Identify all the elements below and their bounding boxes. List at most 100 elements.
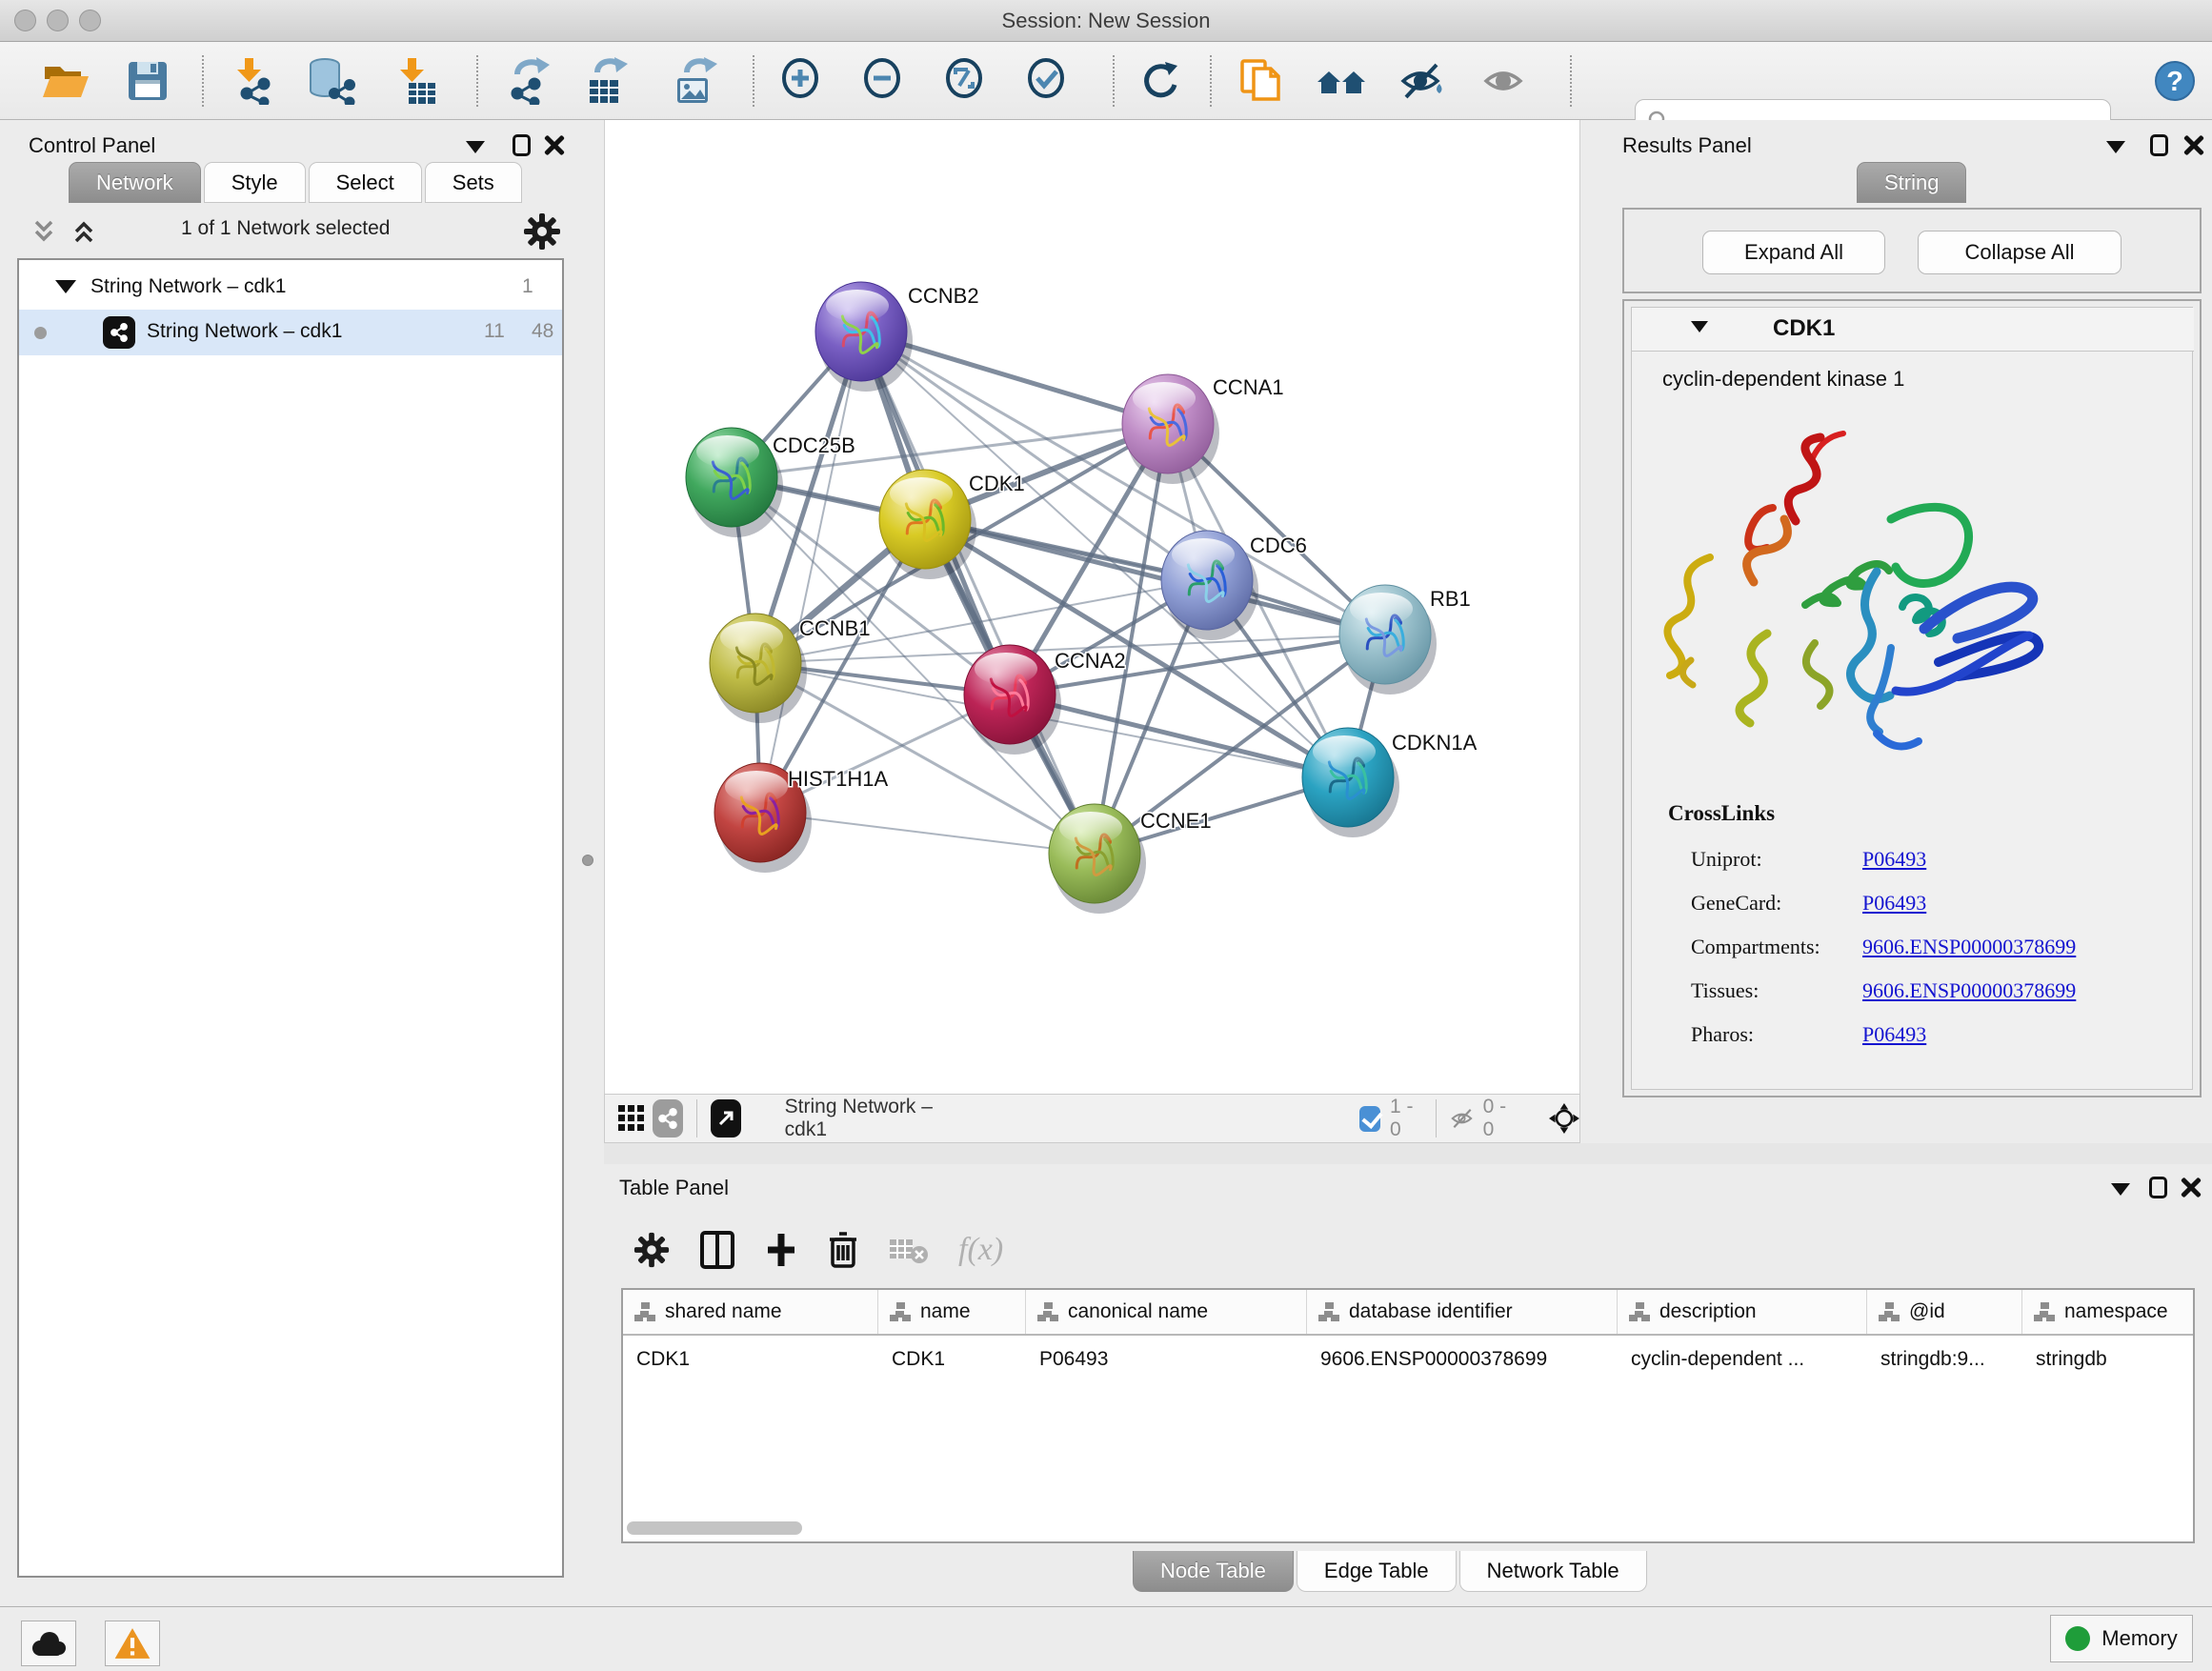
table-row[interactable]: CDK1CDK1P064939606.ENSP00000378699cyclin…	[623, 1336, 2193, 1382]
network-selection-status: 1 of 1 Network selected	[181, 217, 390, 240]
crosslink-link[interactable]: P06493	[1862, 1022, 1926, 1047]
close-panel-icon[interactable]	[2180, 1177, 2202, 1199]
memory-button[interactable]: Memory	[2050, 1615, 2193, 1662]
refresh-layout-button[interactable]	[1130, 53, 1189, 109]
hide-selected-button[interactable]	[1393, 53, 1452, 109]
network-collection-row[interactable]: String Network – cdk1 1	[19, 266, 562, 310]
network-node-ccnb2[interactable]	[815, 282, 913, 392]
node-table: shared namenamecanonical namedatabase id…	[621, 1288, 2195, 1543]
expand-all-tree-icon[interactable]	[72, 216, 109, 251]
column-header-canonical-name[interactable]: canonical name	[1026, 1290, 1307, 1334]
table-cell[interactable]: cyclin-dependent ...	[1618, 1336, 1867, 1382]
collapse-all-button[interactable]: Collapse All	[1918, 231, 2122, 274]
hierarchy-icon	[1318, 1302, 1339, 1321]
entry-expander-icon[interactable]	[1691, 321, 1708, 332]
network-node-cdk1[interactable]	[879, 470, 976, 579]
network-node-ccne1[interactable]	[1049, 804, 1146, 914]
table-tabs: Node TableEdge TableNetwork Table	[1133, 1551, 1650, 1592]
delete-column-icon[interactable]	[827, 1230, 859, 1270]
column-header-database-identifier[interactable]: database identifier	[1307, 1290, 1618, 1334]
export-image-icon	[670, 57, 719, 105]
collapse-panel-icon[interactable]	[466, 141, 485, 153]
import-network-file-button[interactable]	[221, 53, 280, 109]
tab-sets[interactable]: Sets	[425, 162, 522, 203]
save-session-button[interactable]	[118, 53, 177, 109]
gear-icon[interactable]	[522, 211, 562, 252]
expand-all-button[interactable]: Expand All	[1702, 231, 1885, 274]
float-panel-icon[interactable]	[2150, 134, 2168, 156]
network-type-button[interactable]	[653, 1099, 683, 1137]
float-panel-icon[interactable]	[2149, 1177, 2167, 1198]
import-table-file-button[interactable]	[385, 53, 444, 109]
column-header-name[interactable]: name	[878, 1290, 1026, 1334]
collapse-all-tree-icon[interactable]	[32, 216, 69, 251]
zoom-selected-button[interactable]	[1017, 53, 1076, 109]
export-image-button[interactable]	[665, 53, 724, 109]
first-neighbors-button[interactable]	[1313, 53, 1372, 109]
string-network-graph[interactable]: CCNB2CCNA1CDC25BCDK1CDC6RB1CCNB1CCNA2CDK…	[605, 120, 1579, 1092]
network-canvas[interactable]: CCNB2CCNA1CDC25BCDK1CDC6RB1CCNB1CCNA2CDK…	[604, 120, 1580, 1094]
hierarchy-icon	[1629, 1302, 1650, 1321]
column-header-description[interactable]: description	[1618, 1290, 1867, 1334]
open-in-window-button[interactable]	[711, 1099, 741, 1137]
zoom-in-button[interactable]	[772, 53, 831, 109]
network-node-ccna1[interactable]	[1122, 374, 1219, 484]
tab-network[interactable]: Network	[69, 162, 201, 203]
node-label-ccnb2: CCNB2	[908, 284, 979, 308]
cloud-button[interactable]	[21, 1621, 76, 1666]
tab-node-table[interactable]: Node Table	[1133, 1551, 1294, 1592]
zoom-out-button[interactable]	[854, 53, 913, 109]
close-panel-icon[interactable]	[2182, 134, 2205, 157]
horizontal-scrollbar[interactable]	[627, 1521, 802, 1535]
collapse-panel-icon[interactable]	[2111, 1183, 2130, 1196]
table-cell[interactable]: 9606.ENSP00000378699	[1307, 1336, 1618, 1382]
gear-icon[interactable]	[633, 1231, 671, 1269]
column-header--id[interactable]: @id	[1867, 1290, 2022, 1334]
memory-status-icon	[2065, 1626, 2090, 1651]
snapshot-button[interactable]	[1231, 53, 1290, 109]
network-node-cdc25b[interactable]	[686, 428, 783, 537]
close-panel-icon[interactable]	[543, 134, 566, 157]
tab-network-table[interactable]: Network Table	[1459, 1551, 1647, 1592]
crosslink-link[interactable]: 9606.ENSP00000378699	[1862, 935, 2076, 959]
network-node-ccna2[interactable]	[964, 645, 1061, 755]
table-cell[interactable]: P06493	[1026, 1336, 1307, 1382]
tree-expander-icon[interactable]	[55, 280, 76, 293]
add-column-icon[interactable]	[764, 1230, 798, 1270]
tab-style[interactable]: Style	[204, 162, 306, 203]
zoom-fit-button[interactable]	[935, 53, 995, 109]
help-button[interactable]: ?	[2145, 53, 2204, 109]
crosslink-link[interactable]: 9606.ENSP00000378699	[1862, 978, 2076, 1003]
import-network-database-button[interactable]	[303, 53, 362, 109]
column-header-shared-name[interactable]: shared name	[623, 1290, 878, 1334]
export-network-button[interactable]	[499, 53, 558, 109]
crosslink-link[interactable]: P06493	[1862, 891, 1926, 916]
table-cell[interactable]: stringdb	[2022, 1336, 2195, 1382]
selected-checkbox[interactable]	[1359, 1106, 1380, 1132]
warnings-button[interactable]	[105, 1621, 160, 1666]
float-panel-icon[interactable]	[513, 134, 531, 156]
show-columns-icon[interactable]	[699, 1230, 735, 1270]
panel-divider[interactable]	[604, 1143, 2212, 1164]
open-session-button[interactable]	[36, 53, 95, 109]
delete-table-icon	[888, 1234, 930, 1266]
tab-select[interactable]: Select	[309, 162, 422, 203]
birdseye-grid-button[interactable]	[616, 1099, 647, 1137]
table-cell[interactable]: CDK1	[878, 1336, 1026, 1382]
gene-entry-header[interactable]: CDK1	[1632, 308, 2194, 352]
column-header-namespace[interactable]: namespace	[2022, 1290, 2195, 1334]
network-node-rb1[interactable]	[1339, 585, 1437, 695]
collapse-panel-icon[interactable]	[2106, 141, 2125, 153]
export-table-button[interactable]	[577, 53, 636, 109]
network-node-cdkn1a[interactable]	[1302, 728, 1399, 837]
table-cell[interactable]: CDK1	[623, 1336, 878, 1382]
crosslink-link[interactable]: P06493	[1862, 847, 1926, 872]
network-node-cdc6[interactable]	[1161, 531, 1258, 640]
tab-string[interactable]: String	[1857, 162, 1966, 203]
left-splitter-handle[interactable]	[582, 855, 593, 866]
tab-edge-table[interactable]: Edge Table	[1297, 1551, 1457, 1592]
network-row-selected[interactable]: String Network – cdk1 11 48	[19, 310, 562, 355]
crosshair-icon[interactable]	[1549, 1099, 1579, 1137]
show-all-button[interactable]	[1475, 53, 1534, 109]
table-cell[interactable]: stringdb:9...	[1867, 1336, 2022, 1382]
